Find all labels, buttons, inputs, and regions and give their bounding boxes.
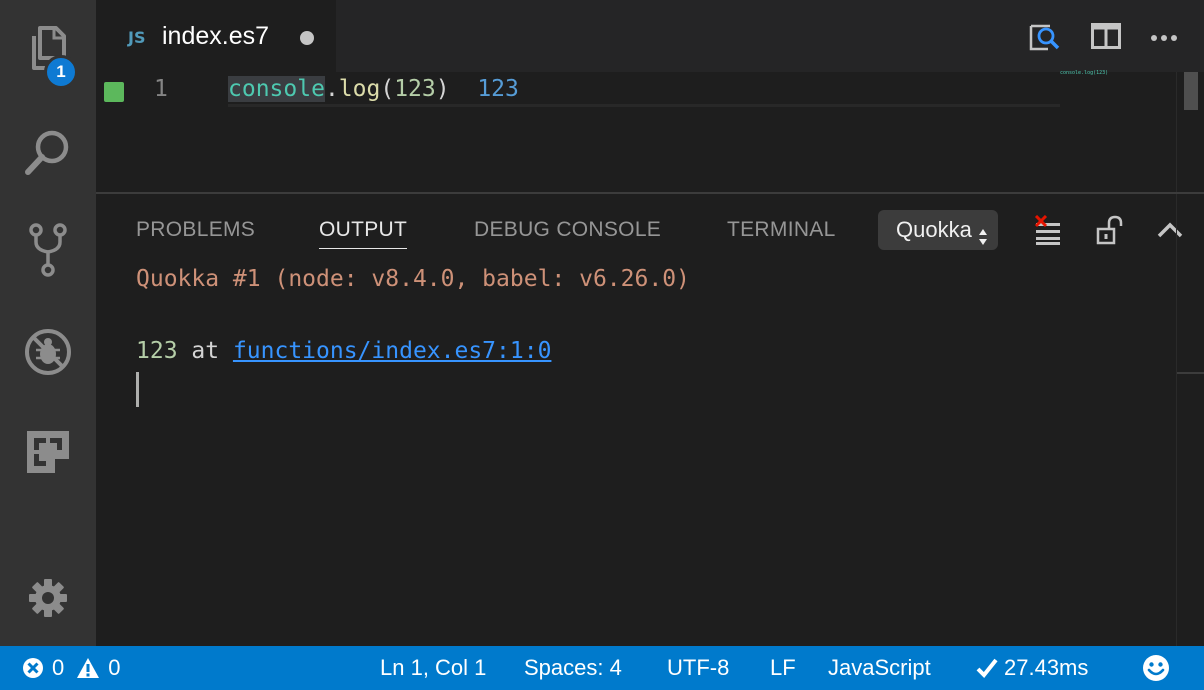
indentation[interactable]: Spaces: 4 bbox=[524, 646, 622, 690]
output-at: at bbox=[177, 338, 233, 364]
tab-output[interactable]: OUTPUT bbox=[319, 218, 408, 249]
tab-strip: JS index.es7 bbox=[96, 0, 1204, 72]
problems-status[interactable]: 0 0 bbox=[22, 646, 121, 690]
search-icon bbox=[23, 127, 73, 177]
scroll-lock-icon bbox=[1096, 215, 1124, 250]
gear-icon bbox=[28, 578, 68, 618]
output-channel-value: Quokka bbox=[896, 217, 972, 242]
error-count: 0 bbox=[52, 655, 65, 680]
tab-debug-console[interactable]: DEBUG CONSOLE bbox=[474, 218, 661, 248]
open-preview-icon bbox=[1028, 20, 1060, 57]
source-control-icon bbox=[28, 222, 68, 278]
check-icon bbox=[976, 658, 998, 678]
current-line-highlight bbox=[228, 104, 1060, 107]
warning-count: 0 bbox=[108, 655, 121, 680]
error-icon bbox=[22, 657, 44, 679]
minimap[interactable]: console.log(123) bbox=[1060, 70, 1108, 76]
javascript-file-icon: JS bbox=[128, 28, 146, 47]
feedback-button[interactable] bbox=[1142, 646, 1170, 690]
line-number: 1 bbox=[154, 76, 168, 102]
activity-search[interactable] bbox=[0, 104, 96, 200]
eol-label: LF bbox=[770, 655, 796, 680]
extensions-icon bbox=[25, 429, 71, 475]
panel-scrollbar[interactable] bbox=[1176, 194, 1204, 646]
select-arrows-icon bbox=[978, 220, 988, 245]
output-channel-select[interactable]: Quokka bbox=[878, 210, 998, 250]
token-dot: . bbox=[324, 76, 339, 102]
activity-manage[interactable] bbox=[0, 550, 96, 646]
explorer-badge: 1 bbox=[44, 55, 78, 89]
unsaved-dot-icon[interactable] bbox=[300, 31, 314, 45]
output-source-link[interactable]: functions/index.es7:1:0 bbox=[233, 338, 552, 364]
panel-scrollbar-marker bbox=[1177, 372, 1204, 374]
encoding[interactable]: UTF-8 bbox=[667, 646, 729, 690]
code-line[interactable]: 1 console.log(123) 123 bbox=[96, 74, 1204, 106]
warning-icon bbox=[76, 657, 100, 679]
output-header: Quokka #1 (node: v8.4.0, babel: v6.26.0) bbox=[136, 266, 690, 292]
language-label: JavaScript bbox=[828, 655, 931, 680]
more-actions-button[interactable] bbox=[1144, 18, 1184, 58]
output-value: 123 bbox=[136, 338, 178, 364]
output-cursor bbox=[136, 372, 139, 407]
coverage-indicator bbox=[104, 82, 124, 102]
activity-explorer[interactable]: 1 bbox=[0, 0, 96, 96]
split-editor-icon bbox=[1091, 22, 1121, 54]
split-editor-button[interactable] bbox=[1086, 18, 1126, 58]
language-mode[interactable]: JavaScript bbox=[828, 646, 931, 690]
quokka-time: 27.43ms bbox=[1004, 655, 1089, 680]
vscode-window: 1 JS index.es7 1 console.log(123) 123 co… bbox=[0, 0, 1204, 690]
clear-output-icon bbox=[1034, 214, 1062, 250]
indentation-label: Spaces: 4 bbox=[524, 655, 622, 680]
more-actions-icon bbox=[1150, 29, 1178, 47]
token-method: log bbox=[338, 76, 381, 102]
end-of-line[interactable]: LF bbox=[770, 646, 796, 690]
token-object: console bbox=[228, 76, 325, 102]
status-bar: 0 0 Ln 1, Col 1 Spaces: 4 UTF-8 LF JavaS… bbox=[0, 646, 1204, 690]
open-preview-button[interactable] bbox=[1024, 18, 1064, 58]
tab-terminal[interactable]: TERMINAL bbox=[727, 218, 836, 248]
bottom-panel: PROBLEMS OUTPUT DEBUG CONSOLE TERMINAL Q… bbox=[96, 192, 1204, 646]
activity-bar: 1 bbox=[0, 0, 96, 646]
tab-problems[interactable]: PROBLEMS bbox=[136, 218, 255, 248]
tab-title: index.es7 bbox=[162, 22, 270, 50]
activity-source-control[interactable] bbox=[0, 202, 96, 298]
cursor-position[interactable]: Ln 1, Col 1 bbox=[380, 646, 486, 690]
token-arg: 123 bbox=[394, 76, 436, 102]
inline-value: 123 bbox=[477, 76, 519, 102]
activity-extensions[interactable] bbox=[0, 404, 96, 500]
tab-index-es7[interactable]: JS index.es7 bbox=[96, 0, 336, 72]
no-bug-icon bbox=[23, 327, 73, 377]
code-text[interactable]: console.log(123) 123 bbox=[228, 76, 519, 102]
activity-debug[interactable] bbox=[0, 304, 96, 400]
editor-area: JS index.es7 1 console.log(123) 123 cons… bbox=[96, 0, 1204, 192]
cursor-position-label: Ln 1, Col 1 bbox=[380, 655, 487, 680]
token-open-paren: ( bbox=[380, 76, 395, 102]
smiley-icon bbox=[1142, 654, 1170, 682]
editor-scrollbar-thumb[interactable] bbox=[1184, 72, 1198, 110]
clear-output-button[interactable] bbox=[1028, 212, 1068, 252]
editor-scrollbar[interactable] bbox=[1176, 72, 1204, 192]
token-close-paren: ) bbox=[435, 76, 450, 102]
encoding-label: UTF-8 bbox=[667, 655, 730, 680]
output-value-line: 123 at functions/index.es7:1:0 bbox=[136, 338, 551, 364]
quokka-status[interactable]: 27.43ms bbox=[976, 646, 1088, 690]
scroll-lock-button[interactable] bbox=[1090, 212, 1130, 252]
